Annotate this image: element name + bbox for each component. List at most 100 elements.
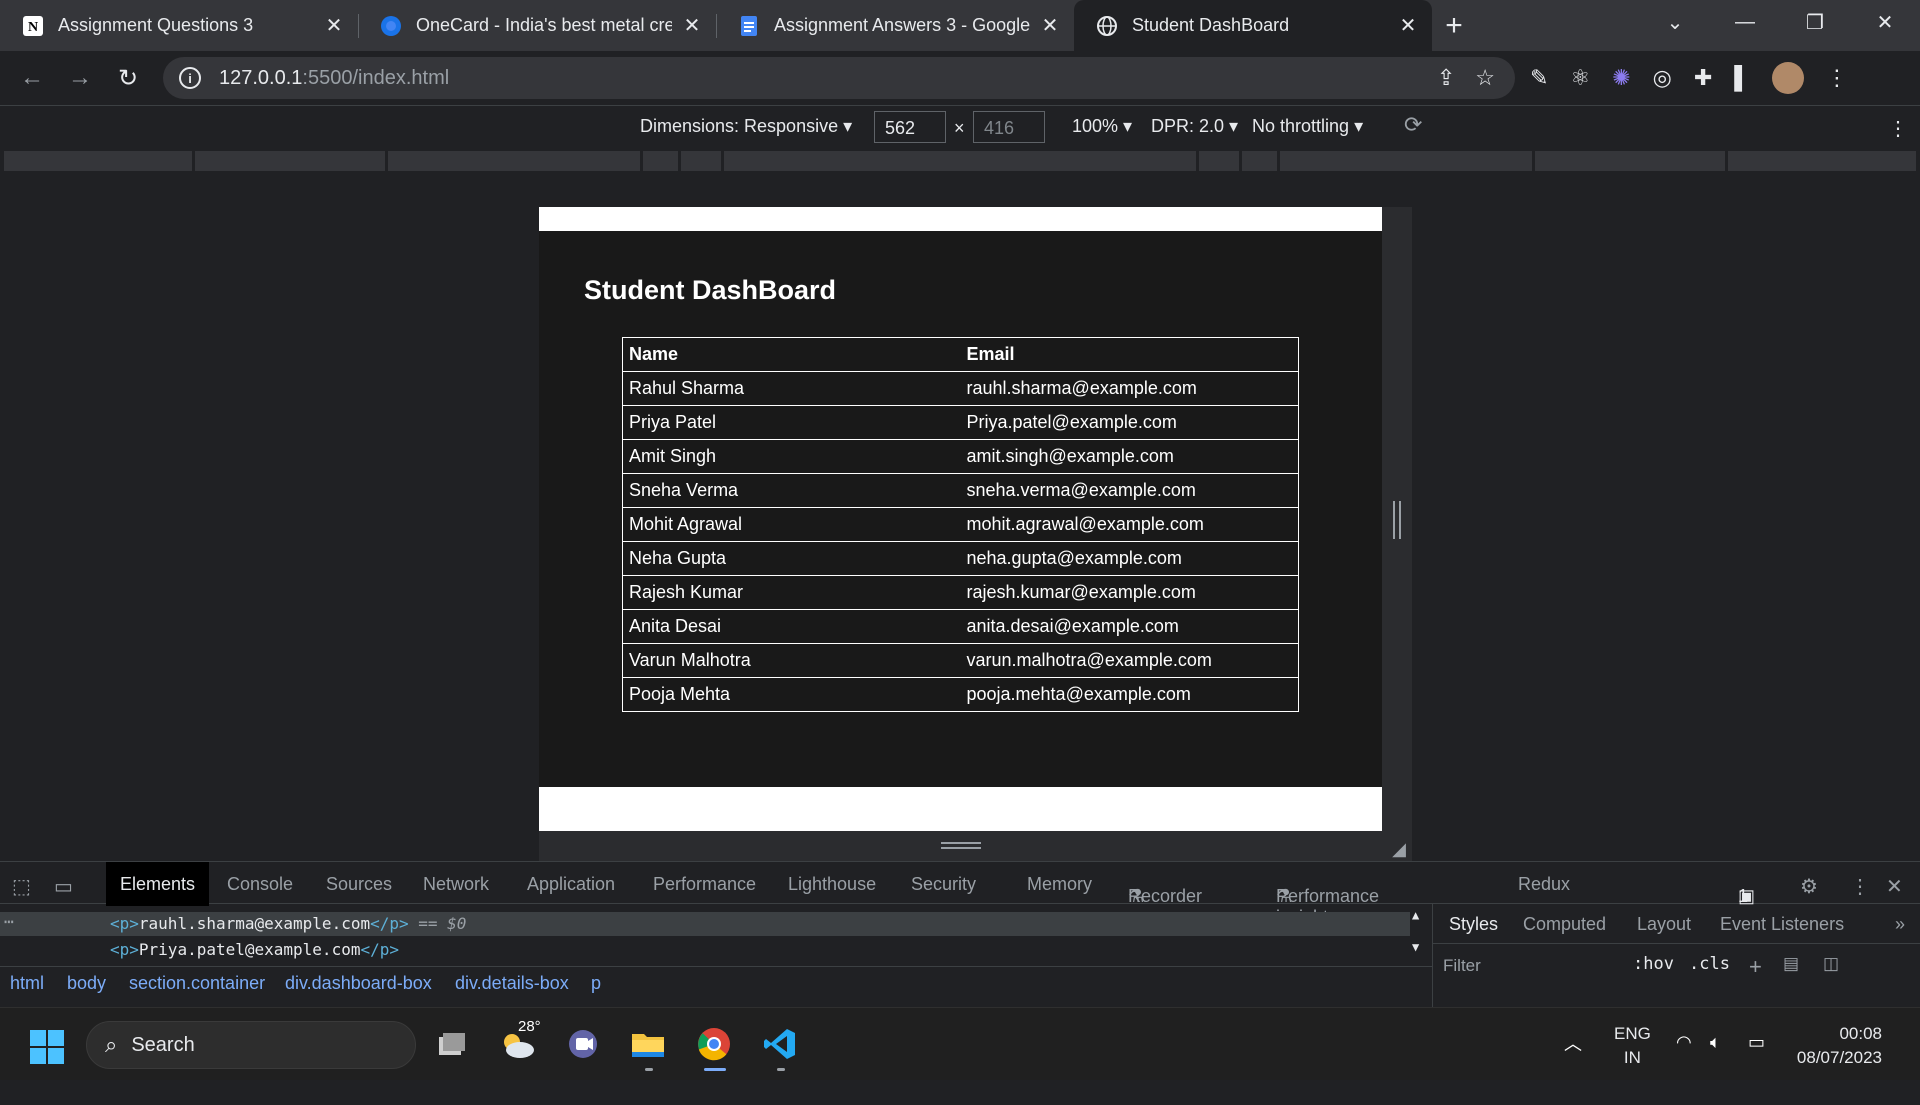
minimize-button[interactable]: —	[1710, 0, 1780, 44]
tab-onecard[interactable]: OneCard - India's best metal credit card…	[358, 0, 716, 51]
bookmark-star-icon[interactable]: ☆	[1475, 65, 1495, 91]
file-explorer-icon[interactable]	[628, 1024, 668, 1064]
zoom-dropdown[interactable]: 100% ▾	[1072, 116, 1132, 137]
back-icon[interactable]: ←	[8, 56, 56, 100]
tab-security[interactable]: Security	[911, 874, 976, 895]
hov-toggle[interactable]: :hov	[1633, 954, 1674, 974]
dom-node[interactable]: <p>Priya.patel@example.com</p>	[110, 940, 399, 964]
table-row: Priya Patel Priya.patel@example.com	[622, 405, 1299, 440]
student-email: mohit.agrawal@example.com	[960, 507, 1299, 542]
language-indicator[interactable]: ENG IN	[1614, 1022, 1651, 1070]
node-menu-icon[interactable]: ⋯	[4, 912, 14, 931]
tab-memory[interactable]: Memory	[1027, 874, 1092, 895]
tray-overflow-icon[interactable]: ︿	[1564, 1030, 1582, 1103]
chrome-icon[interactable]	[694, 1024, 734, 1064]
volume-icon[interactable]: 🔈︎	[1710, 1032, 1721, 1105]
devtools-close-icon[interactable]: ✕	[1886, 874, 1903, 899]
wifi-icon[interactable]: ◠	[1676, 1032, 1692, 1105]
tab-redux[interactable]: Redux	[1518, 874, 1570, 895]
scroll-up-icon[interactable]: ▲	[1412, 908, 1419, 922]
breadcrumb-item[interactable]: div.details-box	[455, 973, 569, 994]
width-input[interactable]: 562	[874, 111, 946, 143]
close-tab-icon[interactable]: ✕	[1398, 13, 1418, 38]
tab-assignment-questions[interactable]: N Assignment Questions 3 ✕	[0, 0, 358, 51]
weather-widget[interactable]: 28°	[496, 1018, 541, 1064]
profile-avatar[interactable]	[1771, 62, 1804, 94]
breadcrumb-item[interactable]: body	[67, 973, 106, 994]
windows-start-icon[interactable]	[30, 1030, 64, 1064]
search-label: Search	[131, 1033, 195, 1056]
tab-styles[interactable]: Styles	[1449, 914, 1498, 935]
throttling-dropdown[interactable]: No throttling ▾	[1252, 116, 1363, 137]
student-email: amit.singh@example.com	[960, 439, 1299, 474]
extensions-puzzle-icon[interactable]: ✚	[1694, 65, 1712, 91]
devtools-tab-bar: ⬚ ▭ Elements Console Sources Network App…	[0, 862, 1920, 927]
corner-resize-icon[interactable]: ◢	[1392, 839, 1406, 860]
cls-toggle[interactable]: .cls	[1689, 954, 1730, 974]
purple-extension-icon[interactable]: ✺	[1612, 65, 1630, 91]
inspect-element-icon[interactable]: ⬚	[12, 874, 31, 899]
taskbar-search[interactable]: ⌕ Search	[86, 1021, 416, 1069]
address-bar[interactable]: i 127.0.0.1:5500/index.html ⇪ ☆	[163, 57, 1515, 99]
tab-search-icon[interactable]: ⌄	[1640, 0, 1710, 44]
device-toolbar: Dimensions: Responsive ▾ 562 × 416 100% …	[0, 105, 1920, 149]
teams-chat-icon[interactable]	[563, 1024, 603, 1064]
tab-elements[interactable]: Elements	[106, 862, 210, 906]
tab-event-listeners[interactable]: Event Listeners	[1720, 914, 1844, 935]
forward-icon[interactable]: →	[56, 56, 104, 100]
notion-icon: N	[22, 15, 44, 37]
paint-icon[interactable]: ▤	[1783, 954, 1799, 974]
glasses-extension-icon[interactable]: ◎	[1653, 65, 1672, 91]
device-toggle-icon[interactable]: ▭	[54, 874, 73, 899]
reload-icon[interactable]: ↻	[104, 56, 152, 100]
settings-gear-icon[interactable]: ⚙	[1800, 874, 1818, 899]
tab-sources[interactable]: Sources	[326, 874, 392, 895]
breadcrumb-item[interactable]: p	[591, 973, 601, 994]
new-rule-icon[interactable]: +	[1749, 954, 1762, 980]
new-tab-button[interactable]: +	[1432, 0, 1476, 51]
rotate-icon[interactable]: ⟳	[1404, 112, 1422, 138]
react-devtools-icon[interactable]: ⚛	[1570, 65, 1590, 91]
close-tab-icon[interactable]: ✕	[1040, 13, 1060, 38]
breadcrumb-item[interactable]: div.dashboard-box	[285, 973, 432, 994]
table-header-row: Name Email	[622, 337, 1299, 372]
styles-filter-input[interactable]: Filter	[1443, 956, 1481, 976]
breadcrumb-item[interactable]: html	[10, 973, 44, 994]
tab-console[interactable]: Console	[227, 874, 293, 895]
device-more-icon[interactable]: ⋮	[1888, 116, 1908, 141]
tab-assignment-answers[interactable]: Assignment Answers 3 - Google Docs ✕	[716, 0, 1074, 51]
viewport-right-resizer[interactable]	[1382, 207, 1412, 831]
scroll-down-icon[interactable]: ▼	[1412, 940, 1419, 954]
tab-network[interactable]: Network	[423, 874, 489, 895]
tab-student-dashboard[interactable]: Student DashBoard ✕	[1074, 0, 1432, 51]
column-header-name: Name	[622, 337, 961, 372]
viewport-bottom-resizer[interactable]: ◢	[539, 831, 1412, 861]
tab-performance[interactable]: Performance	[653, 874, 756, 895]
breadcrumb-item[interactable]: section.container	[129, 973, 265, 994]
dimensions-dropdown[interactable]: Dimensions: Responsive ▾	[640, 116, 852, 137]
close-tab-icon[interactable]: ✕	[324, 13, 344, 38]
vscode-icon[interactable]	[760, 1024, 800, 1064]
chrome-menu-icon[interactable]: ⋮	[1826, 65, 1848, 91]
dpr-dropdown[interactable]: DPR: 2.0 ▾	[1151, 116, 1238, 137]
close-window-button[interactable]: ✕	[1850, 0, 1920, 44]
pen-extension-icon[interactable]: ✎	[1530, 65, 1548, 91]
dom-node-selected[interactable]: <p>rauhl.sharma@example.com</p> == $0	[110, 914, 466, 938]
lang-line1: ENG	[1614, 1024, 1651, 1043]
toggle-sidebar-icon[interactable]: ◫	[1823, 954, 1839, 974]
more-tabs-icon[interactable]: »	[1895, 914, 1905, 935]
tab-application[interactable]: Application	[527, 874, 615, 895]
close-tab-icon[interactable]: ✕	[682, 13, 702, 38]
side-panel-icon[interactable]: ▌	[1734, 65, 1750, 91]
tab-lighthouse[interactable]: Lighthouse	[788, 874, 876, 895]
battery-icon[interactable]: ▭	[1748, 1032, 1765, 1105]
task-view-icon[interactable]	[432, 1024, 472, 1064]
site-info-icon[interactable]: i	[179, 67, 201, 89]
height-input[interactable]: 416	[973, 111, 1045, 143]
restore-button[interactable]: ❐	[1780, 0, 1850, 44]
tab-computed[interactable]: Computed	[1523, 914, 1606, 935]
tab-layout[interactable]: Layout	[1637, 914, 1691, 935]
devtools-more-icon[interactable]: ⋮	[1850, 874, 1870, 899]
share-icon[interactable]: ⇪	[1437, 65, 1455, 91]
clock[interactable]: 00:08 08/07/2023	[1797, 1022, 1882, 1070]
